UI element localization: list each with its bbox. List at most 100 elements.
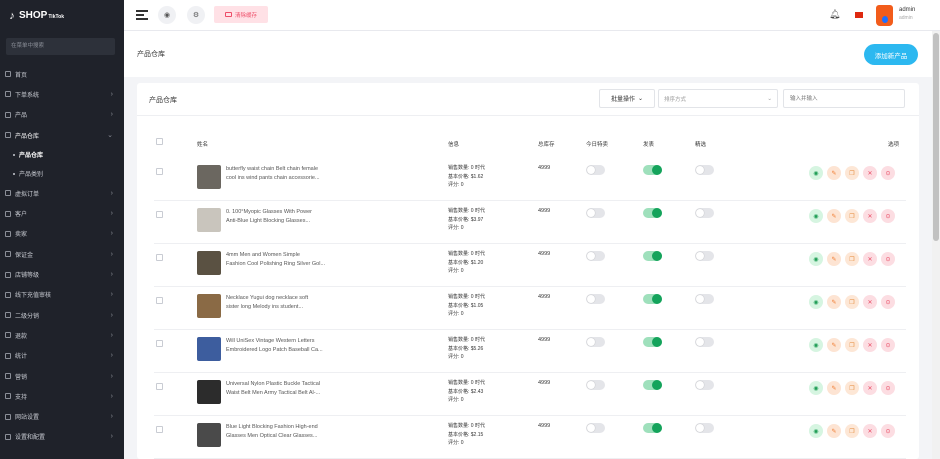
more-icon[interactable]: ⊙	[881, 381, 895, 395]
edit-icon[interactable]: ✎	[827, 209, 841, 223]
copy-icon[interactable]: ❐	[845, 424, 859, 438]
bell-icon[interactable]: 🔔︎	[829, 9, 840, 20]
logo[interactable]: ♪ SHOP TikTok	[0, 0, 124, 31]
more-icon[interactable]: ⊙	[881, 338, 895, 352]
product-name[interactable]: Will UniSex Vintage Western Letters Embr…	[226, 337, 344, 355]
sidebar-item[interactable]: 客户 ›	[0, 203, 124, 223]
sidebar-item[interactable]: 退款 ›	[0, 325, 124, 345]
product-thumbnail[interactable]	[197, 423, 221, 447]
flag-cn-icon[interactable]	[855, 12, 863, 18]
sidebar-item[interactable]: 下单系统 ›	[0, 84, 124, 104]
product-thumbnail[interactable]	[197, 208, 221, 232]
more-icon[interactable]: ⊙	[881, 295, 895, 309]
featured-toggle[interactable]	[695, 251, 714, 261]
sidebar-item[interactable]: 线下充值审核 ›	[0, 285, 124, 305]
search-input[interactable]	[783, 89, 905, 108]
more-icon[interactable]: ⊙	[881, 166, 895, 180]
featured-toggle[interactable]	[695, 423, 714, 433]
published-toggle[interactable]	[643, 165, 662, 175]
copy-icon[interactable]: ❐	[845, 252, 859, 266]
edit-icon[interactable]: ✎	[827, 338, 841, 352]
product-name[interactable]: Necklace Yugui dog necklace soft sister …	[226, 294, 344, 312]
select-all-checkbox[interactable]	[156, 138, 163, 145]
sort-select[interactable]: 排序方式 ⌄	[658, 89, 778, 108]
published-toggle[interactable]	[643, 380, 662, 390]
delete-icon[interactable]: ✕	[863, 338, 877, 352]
row-checkbox[interactable]	[156, 211, 163, 218]
featured-toggle[interactable]	[695, 165, 714, 175]
edit-icon[interactable]: ✎	[827, 252, 841, 266]
copy-icon[interactable]: ❐	[845, 166, 859, 180]
product-name[interactable]: 4mm Men and Women Simple Fashion Cool Po…	[226, 251, 344, 269]
view-icon[interactable]: ◉	[809, 166, 823, 180]
edit-icon[interactable]: ✎	[827, 295, 841, 309]
sidebar-item[interactable]: 保证金 ›	[0, 244, 124, 264]
view-icon[interactable]: ◉	[809, 295, 823, 309]
row-checkbox[interactable]	[156, 426, 163, 433]
sidebar-item[interactable]: 营销 ›	[0, 366, 124, 386]
menu-toggle-icon[interactable]	[136, 10, 148, 20]
edit-icon[interactable]: ✎	[827, 424, 841, 438]
sidebar-item[interactable]: 二级分销 ›	[0, 305, 124, 325]
scrollbar[interactable]	[932, 31, 940, 459]
sidebar-item[interactable]: 网站设置 ›	[0, 406, 124, 426]
scrollbar-thumb[interactable]	[933, 33, 939, 241]
today-deal-toggle[interactable]	[586, 165, 605, 175]
edit-icon[interactable]: ✎	[827, 166, 841, 180]
featured-toggle[interactable]	[695, 380, 714, 390]
product-name[interactable]: Blue Light Blocking Fashion High-end Gla…	[226, 423, 344, 441]
sidebar-item[interactable]: 产品仓库 ⌄	[0, 125, 124, 145]
product-thumbnail[interactable]	[197, 165, 221, 189]
today-deal-toggle[interactable]	[586, 208, 605, 218]
view-icon[interactable]: ◉	[809, 338, 823, 352]
featured-toggle[interactable]	[695, 208, 714, 218]
product-thumbnail[interactable]	[197, 294, 221, 318]
delete-icon[interactable]: ✕	[863, 381, 877, 395]
copy-icon[interactable]: ❐	[845, 209, 859, 223]
product-thumbnail[interactable]	[197, 251, 221, 275]
sidebar-item[interactable]: 店铺等级 ›	[0, 264, 124, 284]
sidebar-item[interactable]: 统计 ›	[0, 346, 124, 366]
more-icon[interactable]: ⊙	[881, 252, 895, 266]
user-name[interactable]: admin	[899, 7, 915, 13]
clear-cache-button[interactable]: 清除缓存	[214, 6, 268, 23]
add-product-button[interactable]: 添加新产品	[864, 44, 918, 65]
published-toggle[interactable]	[643, 337, 662, 347]
edit-icon[interactable]: ✎	[827, 381, 841, 395]
row-checkbox[interactable]	[156, 297, 163, 304]
product-thumbnail[interactable]	[197, 337, 221, 361]
today-deal-toggle[interactable]	[586, 251, 605, 261]
sidebar-item[interactable]: 卖家 ›	[0, 224, 124, 244]
product-name[interactable]: 0. 100°Myopic Glasses With Power Anti-Bl…	[226, 208, 344, 226]
sidebar-item[interactable]: 首页	[0, 64, 124, 84]
row-checkbox[interactable]	[156, 254, 163, 261]
row-checkbox[interactable]	[156, 168, 163, 175]
sidebar-item[interactable]: 产品仓库	[0, 145, 124, 164]
delete-icon[interactable]: ✕	[863, 252, 877, 266]
menu-search-input[interactable]: 在菜单中搜索	[6, 38, 115, 55]
sidebar-item[interactable]: 设置和配置 ›	[0, 427, 124, 447]
published-toggle[interactable]	[643, 251, 662, 261]
globe-icon[interactable]: ◉	[158, 6, 176, 24]
featured-toggle[interactable]	[695, 294, 714, 304]
today-deal-toggle[interactable]	[586, 380, 605, 390]
sidebar-item[interactable]: 支持 ›	[0, 386, 124, 406]
settings-icon[interactable]: ⚙	[187, 6, 205, 24]
product-name[interactable]: butterfly waist chain Belt chain female …	[226, 165, 344, 183]
product-name[interactable]: Universal Nylon Plastic Buckle Tactical …	[226, 380, 344, 398]
today-deal-toggle[interactable]	[586, 294, 605, 304]
delete-icon[interactable]: ✕	[863, 209, 877, 223]
view-icon[interactable]: ◉	[809, 252, 823, 266]
avatar[interactable]	[876, 5, 893, 26]
published-toggle[interactable]	[643, 208, 662, 218]
view-icon[interactable]: ◉	[809, 381, 823, 395]
more-icon[interactable]: ⊙	[881, 209, 895, 223]
sidebar-item[interactable]: 产品类别	[0, 164, 124, 183]
copy-icon[interactable]: ❐	[845, 338, 859, 352]
sidebar-item[interactable]: 产品 ›	[0, 105, 124, 125]
view-icon[interactable]: ◉	[809, 209, 823, 223]
view-icon[interactable]: ◉	[809, 424, 823, 438]
sidebar-item[interactable]: 虚拟订单 ›	[0, 183, 124, 203]
delete-icon[interactable]: ✕	[863, 166, 877, 180]
more-icon[interactable]: ⊙	[881, 424, 895, 438]
